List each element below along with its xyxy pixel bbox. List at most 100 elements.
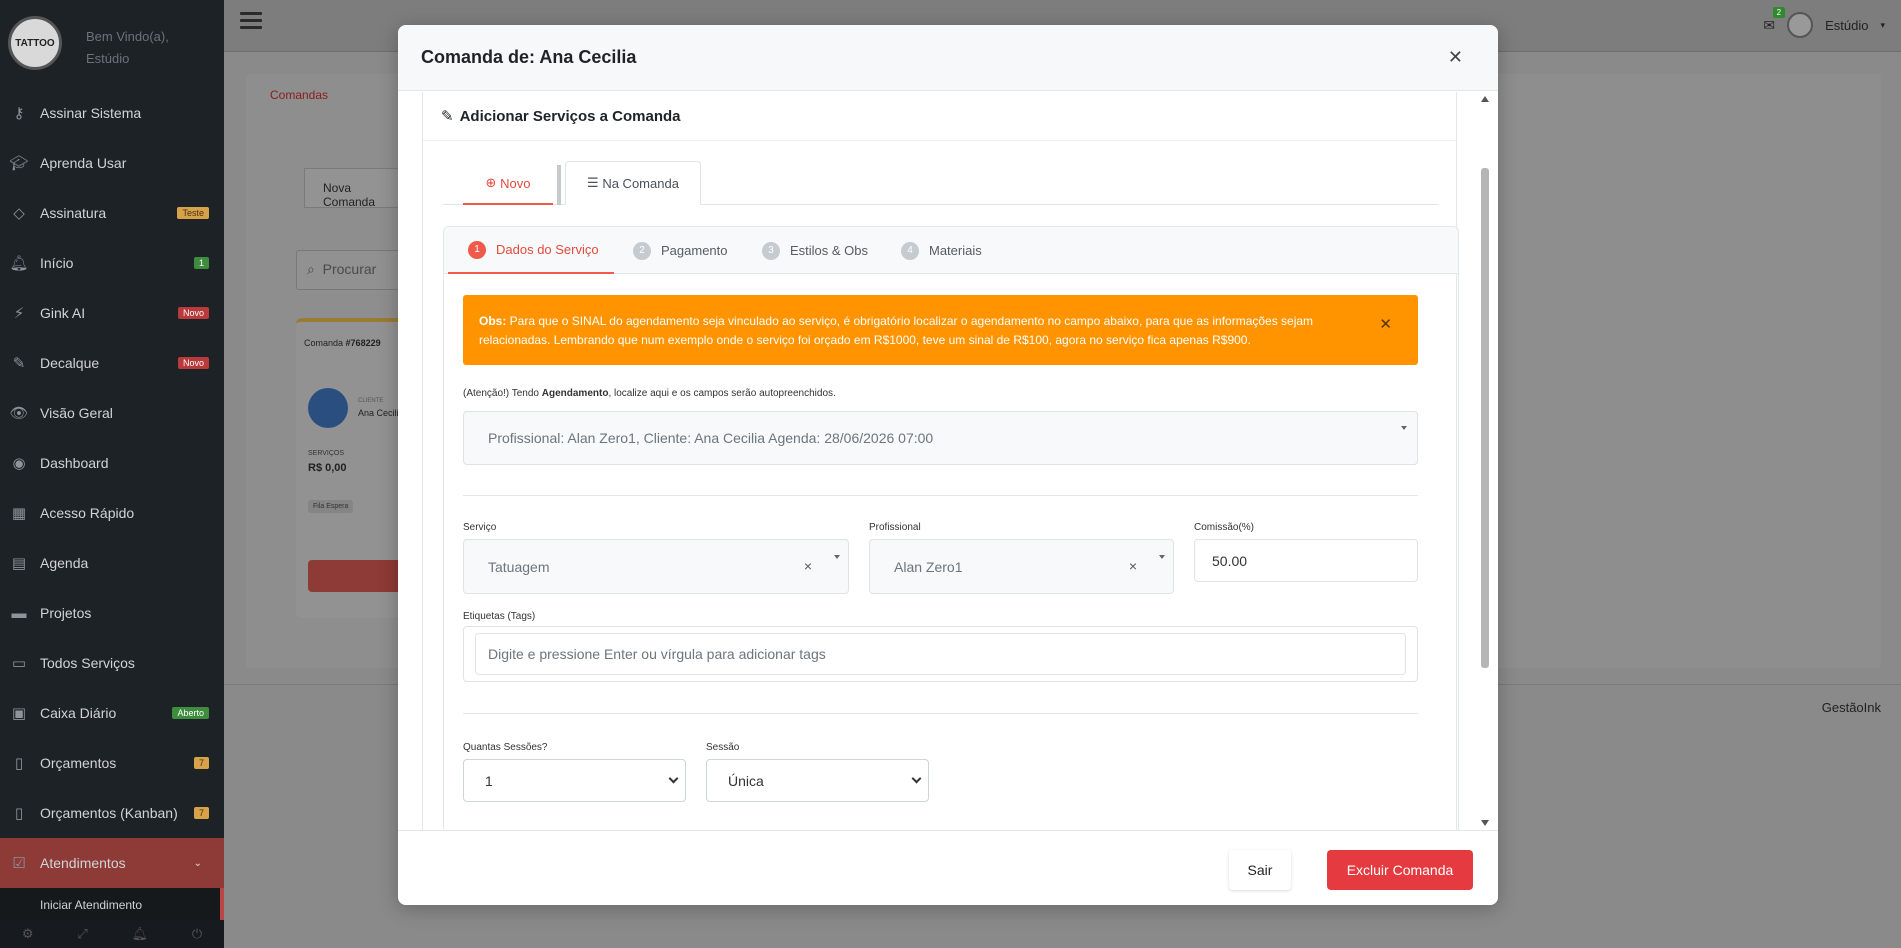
client-name: Ana Cecilia (358, 408, 404, 418)
sessao-value: Única (728, 772, 764, 789)
file-icon: ▯ (14, 755, 24, 772)
list-icon: ☰ (587, 175, 599, 190)
step-estilos-obs[interactable]: 3 Estilos & Obs (762, 227, 868, 274)
hint-suffix: , localize aqui e os campos serão autopr… (608, 388, 836, 399)
sidebar-item-label: Visão Geral (40, 405, 113, 421)
sidebar-item-caixa-diário[interactable]: ▣ Caixa Diário Aberto (0, 688, 224, 738)
profissional-label: Profissional (869, 522, 921, 533)
chevron-down-icon (911, 773, 922, 784)
hint-prefix: (Atenção!) Tendo (463, 388, 542, 399)
brush-icon: ✎ (12, 355, 26, 372)
mail-icon[interactable]: ✉ 2 (1763, 6, 1786, 34)
sidebar-footer: ⚙ ⤢ 🔔︎ ⏻ (0, 920, 224, 948)
sair-button[interactable]: Sair (1229, 850, 1291, 890)
step-pagamento[interactable]: 2 Pagamento (633, 227, 728, 274)
sinal-alert: Obs: Para que o SINAL do agendamento sej… (463, 295, 1418, 365)
money-icon: ▣ (11, 705, 27, 722)
sidebar-item-label: Todos Serviços (40, 655, 135, 671)
modal-scrollbar[interactable] (1480, 92, 1490, 830)
divider (463, 495, 1418, 496)
step-materiais[interactable]: 4 Materiais (901, 227, 982, 274)
divider (463, 713, 1418, 714)
comissao-value: 50.00 (1212, 552, 1248, 569)
comanda-modal: Comanda de: Ana Cecilia ✕ ✎ Adicionar Se… (398, 25, 1498, 905)
sidebar-item-agenda[interactable]: ▤ Agenda (0, 538, 224, 588)
services-value: R$ 0,00 (308, 462, 347, 474)
agenda-select-value: Profissional: Alan Zero1, Cliente: Ana C… (488, 430, 934, 446)
step-label: Dados do Serviço (496, 242, 599, 257)
sidebar-item-visão-geral[interactable]: 👁︎ Visão Geral (0, 388, 224, 438)
tags-label: Etiquetas (Tags) (463, 611, 536, 622)
logout-icon[interactable]: ⏻ (192, 926, 202, 942)
settings-icon[interactable]: ⚙ (22, 926, 34, 942)
tab-na-comanda[interactable]: ☰ Na Comanda (565, 161, 701, 205)
scroll-up-icon[interactable] (1481, 96, 1489, 102)
scroll-down-icon[interactable] (1481, 820, 1489, 826)
check-square-icon: ☑ (12, 855, 26, 872)
sidebar-item-todos-serviços[interactable]: ▭ Todos Serviços (0, 638, 224, 688)
avatar[interactable] (1787, 12, 1814, 38)
scroll-thumb[interactable] (1481, 168, 1489, 668)
sidebar-item-aprenda-usar[interactable]: 🎓︎ Aprenda Usar (0, 138, 224, 188)
close-icon[interactable]: ✕ (1448, 47, 1463, 68)
excluir-comanda-button[interactable]: Excluir Comanda (1327, 850, 1473, 890)
studio-logo[interactable]: TATTOO (8, 16, 62, 70)
eye-icon: 👁︎ (9, 405, 29, 422)
user-menu-label[interactable]: Estúdio (1825, 18, 1868, 33)
breadcrumb[interactable]: Comandas (270, 88, 328, 102)
sidebar-item-gink-ai[interactable]: ⚡︎ Gink AI Novo (0, 288, 224, 338)
fullscreen-icon[interactable]: ⤢ (77, 926, 87, 942)
agenda-select[interactable]: Profissional: Alan Zero1, Cliente: Ana C… (463, 411, 1418, 465)
plus-circle-icon: ⊕ (485, 175, 497, 190)
client-caption: CLIENTE (358, 398, 384, 404)
bell-icon[interactable]: 🔔︎ (132, 926, 149, 942)
close-icon[interactable]: ✕ (1379, 315, 1392, 334)
sidebar-item-orçamentos-kanban-[interactable]: ▯ Orçamentos (Kanban) 7 (0, 788, 224, 838)
sidebar-item-assinar-sistema[interactable]: ⚷ Assinar Sistema (0, 88, 224, 138)
step-label: Pagamento (661, 243, 728, 258)
servico-select[interactable]: Tatuagem × (463, 539, 849, 594)
menu-toggle-icon[interactable] (240, 12, 262, 33)
clear-icon[interactable]: × (804, 558, 812, 574)
sidebar-item-label: Decalque (40, 355, 100, 371)
sidebar-item-projetos[interactable]: ▬ Projetos (0, 588, 224, 638)
sidebar-item-início[interactable]: 🔔︎ Início 1 (0, 238, 224, 288)
sidebar-item-atendimentos[interactable]: ☑ Atendimentos ⌄ (0, 838, 224, 888)
tab-na-comanda-label: Na Comanda (602, 175, 679, 191)
syringe-icon: ✎ (441, 108, 454, 125)
sidebar-item-acesso-rápido[interactable]: ▦ Acesso Rápido (0, 488, 224, 538)
sidebar-item-assinatura[interactable]: ◇ Assinatura Teste (0, 188, 224, 238)
sidebar-subitem-iniciar-atendimento[interactable]: Iniciar Atendimento (0, 888, 224, 922)
sidebar-item-decalque[interactable]: ✎ Decalque Novo (0, 338, 224, 388)
panel-title: Adicionar Serviços a Comanda (459, 107, 681, 125)
comissao-input[interactable]: 50.00 (1194, 539, 1418, 582)
welcome-greeting: Bem Vindo(a), (86, 29, 169, 44)
sessao-select[interactable]: Única (706, 759, 929, 802)
clear-icon[interactable]: × (1129, 558, 1137, 574)
sidebar-item-label: Dashboard (40, 455, 109, 471)
sidebar-item-label: Caixa Diário (40, 705, 117, 721)
tags-input[interactable]: Digite e pressione Enter ou vírgula para… (475, 633, 1406, 675)
sessoes-select[interactable]: 1 (463, 759, 686, 802)
chevron-down-icon (1159, 555, 1165, 559)
sidebar-badge: 7 (193, 757, 209, 769)
welcome-name: Estúdio (86, 51, 130, 66)
sidebar-item-label: Assinar Sistema (40, 105, 142, 121)
sidebar-item-dashboard[interactable]: ◉ Dashboard (0, 438, 224, 488)
chevron-down-icon (1401, 426, 1407, 430)
graduation-cap-icon: 🎓︎ (9, 155, 29, 172)
panel-header: ✎ Adicionar Serviços a Comanda (423, 92, 1456, 141)
tags-placeholder: Digite e pressione Enter ou vírgula para… (488, 646, 826, 662)
grid-icon: ▦ (11, 505, 27, 522)
comanda-label: Comanda (304, 338, 344, 348)
tab-novo[interactable]: ⊕ Novo (463, 163, 553, 205)
sidebar-header: TATTOO Bem Vindo(a), Estúdio (0, 0, 224, 88)
calendar-icon: ▤ (11, 555, 27, 572)
profissional-select[interactable]: Alan Zero1 × (869, 539, 1174, 594)
alert-text: Para que o SINAL do agendamento seja vin… (479, 314, 1314, 347)
modal-header: Comanda de: Ana Cecilia ✕ (398, 25, 1498, 91)
folder-icon: ▬ (11, 604, 27, 622)
chevron-down-icon[interactable]: ▾ (1880, 20, 1885, 31)
step-dados-servico[interactable]: 1 Dados do Serviço (448, 227, 614, 274)
sidebar-item-orçamentos[interactable]: ▯ Orçamentos 7 (0, 738, 224, 788)
